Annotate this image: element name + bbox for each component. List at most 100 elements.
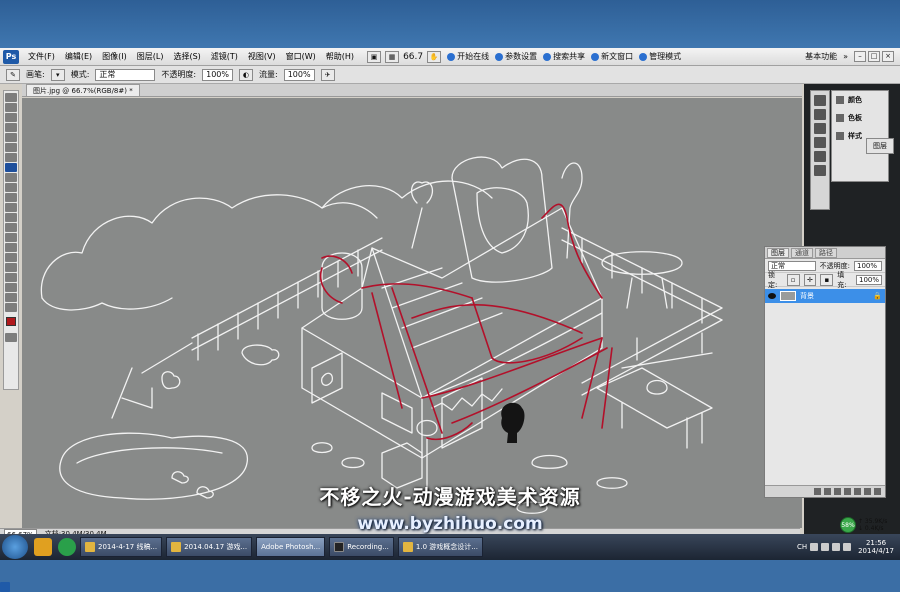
volume-icon[interactable] bbox=[810, 543, 819, 551]
brush-tool-icon[interactable]: ✎ bbox=[6, 68, 20, 81]
adjustments-panel-icon[interactable] bbox=[814, 137, 826, 148]
styles-panel-icon[interactable] bbox=[814, 123, 826, 134]
menu-window[interactable]: 窗口(W) bbox=[281, 51, 321, 62]
lock-position-icon[interactable]: ✛ bbox=[803, 273, 817, 286]
workspace-switcher[interactable]: 基本功能 bbox=[805, 51, 837, 62]
start-button[interactable] bbox=[2, 535, 28, 559]
type-tool-icon[interactable] bbox=[5, 243, 17, 252]
dock-swatches[interactable]: 色板 bbox=[836, 113, 884, 123]
dock-label: 样式 bbox=[848, 132, 862, 140]
brush-tool-icon[interactable] bbox=[5, 163, 17, 172]
task-recorder[interactable]: Recording... bbox=[329, 537, 394, 557]
network-badge[interactable]: 58% bbox=[840, 517, 856, 533]
task-folder-1[interactable]: 2014-4-17 线稿... bbox=[80, 537, 163, 557]
zoom-tool-icon[interactable] bbox=[5, 303, 17, 312]
dock-color[interactable]: 颜色 bbox=[836, 95, 884, 105]
zoom-level[interactable]: 66.7 bbox=[403, 52, 423, 62]
bridge-item-manage[interactable]: 管理模式 bbox=[639, 51, 681, 62]
layer-row-background[interactable]: 背景 🔒 bbox=[765, 289, 885, 303]
masks-panel-icon[interactable] bbox=[814, 151, 826, 162]
swatches-icon bbox=[836, 114, 844, 122]
menu-filter[interactable]: 滤镜(T) bbox=[206, 51, 243, 62]
menu-edit[interactable]: 编辑(E) bbox=[60, 51, 97, 62]
document-canvas[interactable] bbox=[22, 98, 802, 528]
tab-channels[interactable]: 通道 bbox=[791, 247, 813, 258]
layer-name[interactable]: 背景 bbox=[800, 291, 814, 301]
tablet-pressure-icon[interactable]: ◐ bbox=[238, 68, 253, 81]
eye-icon[interactable] bbox=[768, 293, 776, 299]
close-icon[interactable]: × bbox=[882, 51, 894, 62]
clock[interactable]: 21:56 2014/4/17 bbox=[858, 539, 894, 555]
task-folder-3[interactable]: 1.0 游戏概念设计... bbox=[397, 537, 483, 557]
document-tab[interactable]: 图片.jpg @ 66.7%(RGB/8#) * bbox=[26, 84, 140, 96]
brush-preset-picker[interactable]: ▾ bbox=[50, 68, 65, 81]
layers-collapsed-button[interactable]: 图层 bbox=[866, 138, 894, 154]
blur-tool-icon[interactable] bbox=[5, 213, 17, 222]
bridge-item-new-window[interactable]: 新文窗口 bbox=[591, 51, 633, 62]
move-tool-icon[interactable] bbox=[5, 93, 17, 102]
app-launcher-icon[interactable] bbox=[34, 538, 52, 556]
maximize-icon[interactable]: □ bbox=[868, 51, 880, 62]
airbrush-icon[interactable]: ✈ bbox=[320, 68, 335, 81]
tab-layers[interactable]: 图层 bbox=[767, 247, 789, 258]
pen-tool-icon[interactable] bbox=[5, 233, 17, 242]
menu-file[interactable]: 文件(F) bbox=[23, 51, 60, 62]
lock-icon: 🔒 bbox=[873, 292, 882, 300]
tab-paths[interactable]: 路径 bbox=[815, 247, 837, 258]
quick-mask-icon[interactable] bbox=[5, 333, 17, 342]
healing-tool-icon[interactable] bbox=[5, 153, 17, 162]
flag-icon[interactable] bbox=[832, 543, 841, 551]
stamp-tool-icon[interactable] bbox=[5, 173, 17, 182]
bridge-item-online[interactable]: 开始在线 bbox=[447, 51, 489, 62]
swatches-panel-icon[interactable] bbox=[814, 109, 826, 120]
task-label: 2014.04.17 游戏... bbox=[184, 543, 248, 551]
history-brush-tool-icon[interactable] bbox=[5, 183, 17, 192]
menu-image[interactable]: 图像(I) bbox=[97, 51, 132, 62]
lasso-tool-icon[interactable] bbox=[5, 113, 17, 122]
arrange-icon[interactable]: ▦ bbox=[385, 50, 400, 63]
gradient-tool-icon[interactable] bbox=[5, 203, 17, 212]
menu-layer[interactable]: 图层(L) bbox=[132, 51, 169, 62]
3d-rotate-tool-icon[interactable] bbox=[5, 273, 17, 282]
screen-mode-icon[interactable]: ▣ bbox=[367, 50, 382, 63]
gear-icon bbox=[495, 52, 504, 61]
shape-tool-icon[interactable] bbox=[5, 263, 17, 272]
document-tab-bar: 图片.jpg @ 66.7%(RGB/8#) * bbox=[22, 84, 802, 97]
menu-view[interactable]: 视图(V) bbox=[243, 51, 281, 62]
language-indicator[interactable]: CH bbox=[797, 543, 807, 551]
hand-icon[interactable]: ✋ bbox=[427, 50, 442, 63]
flow-field[interactable]: 100% bbox=[283, 68, 315, 81]
lock-all-icon[interactable]: ▪ bbox=[820, 273, 834, 286]
3d-orbit-tool-icon[interactable] bbox=[5, 283, 17, 292]
bridge-item-share[interactable]: 搜索共享 bbox=[543, 51, 585, 62]
folder-icon bbox=[402, 542, 413, 552]
menu-help[interactable]: 帮助(H) bbox=[321, 51, 359, 62]
dodge-tool-icon[interactable] bbox=[5, 223, 17, 232]
hand-tool-icon[interactable] bbox=[5, 293, 17, 302]
eraser-tool-icon[interactable] bbox=[5, 193, 17, 202]
path-select-tool-icon[interactable] bbox=[5, 253, 17, 262]
layer-opacity-field[interactable]: 100% bbox=[854, 260, 882, 271]
chevron-down-icon[interactable]: » bbox=[843, 52, 848, 61]
marquee-tool-icon[interactable] bbox=[5, 103, 17, 112]
eyedropper-tool-icon[interactable] bbox=[5, 143, 17, 152]
menu-select[interactable]: 选择(S) bbox=[168, 51, 205, 62]
color-panel-icon[interactable] bbox=[814, 95, 826, 106]
mode-select[interactable]: 正常 bbox=[95, 68, 156, 81]
opacity-field[interactable]: 100% bbox=[202, 68, 233, 81]
bridge-item-prefs[interactable]: 参数设置 bbox=[495, 51, 537, 62]
task-photoshop[interactable]: Adobe Photosh... bbox=[0, 537, 326, 592]
minimize-icon[interactable]: – bbox=[854, 51, 866, 62]
network-icon[interactable] bbox=[821, 543, 830, 551]
security-icon[interactable] bbox=[843, 543, 852, 551]
task-folder-2[interactable]: 2014.04.17 游戏... bbox=[166, 537, 253, 557]
quick-select-tool-icon[interactable] bbox=[5, 123, 17, 132]
info-panel-icon[interactable] bbox=[814, 165, 826, 176]
foreground-color-swatch[interactable] bbox=[6, 317, 16, 326]
layer-fill-field[interactable]: 100% bbox=[855, 274, 882, 285]
crop-tool-icon[interactable] bbox=[5, 133, 17, 142]
color-icon bbox=[836, 96, 844, 104]
lock-pixels-icon[interactable]: ▫ bbox=[786, 273, 800, 286]
menubar-right: 基本功能 » – □ × bbox=[805, 51, 900, 62]
chat-app-icon[interactable] bbox=[58, 538, 76, 556]
